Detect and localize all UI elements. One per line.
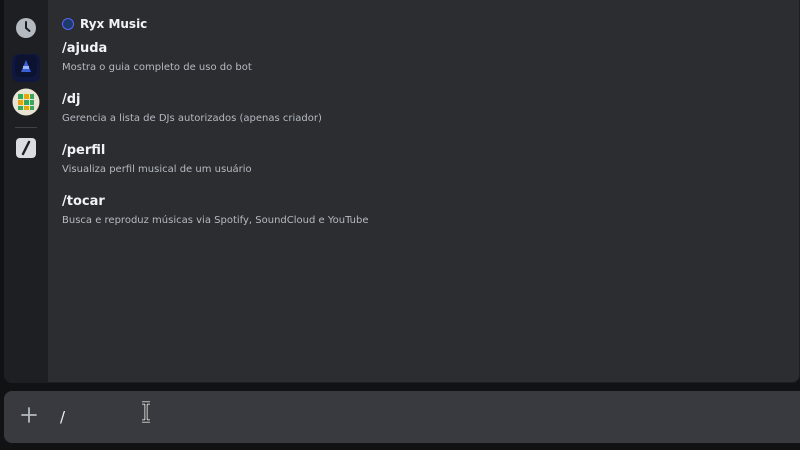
rail-recent-button[interactable] bbox=[12, 16, 40, 44]
command-item-perfil[interactable]: /perfil Visualiza perfil musical de um u… bbox=[62, 142, 787, 193]
command-name: /dj bbox=[62, 92, 81, 107]
bot-avatar-icon bbox=[62, 18, 74, 30]
message-input[interactable] bbox=[60, 404, 760, 430]
app-rail bbox=[5, 0, 48, 382]
rail-app-button[interactable] bbox=[12, 88, 40, 120]
rail-builtin-button[interactable] bbox=[12, 136, 40, 164]
command-description: Busca e reproduz músicas via Spotify, So… bbox=[62, 215, 369, 226]
command-item-tocar[interactable]: /tocar Busca e reproduz músicas via Spot… bbox=[62, 193, 787, 244]
rail-divider bbox=[15, 127, 37, 128]
grid-app-icon bbox=[12, 88, 40, 120]
discord-window: Ryx Music /ajuda Mostra o guia completo … bbox=[0, 0, 800, 450]
command-list: Ryx Music /ajuda Mostra o guia completo … bbox=[62, 14, 787, 244]
bot-avatar-icon bbox=[15, 55, 37, 81]
command-description: Visualiza perfil musical de um usuário bbox=[62, 164, 252, 175]
command-name: /tocar bbox=[62, 194, 105, 209]
slash-command-icon bbox=[16, 138, 36, 162]
text-cursor-icon bbox=[140, 401, 152, 423]
app-section-header: Ryx Music bbox=[62, 14, 787, 34]
command-item-ajuda[interactable]: /ajuda Mostra o guia completo de uso do … bbox=[62, 40, 787, 91]
command-item-dj[interactable]: /dj Gerencia a lista de DJs autorizados … bbox=[62, 91, 787, 142]
clock-icon bbox=[15, 17, 37, 43]
command-name: /ajuda bbox=[62, 41, 108, 56]
plus-icon bbox=[20, 406, 38, 428]
rail-bot-button[interactable] bbox=[12, 54, 40, 82]
command-description: Gerencia a lista de DJs autorizados (ape… bbox=[62, 113, 322, 124]
command-description: Mostra o guia completo de uso do bot bbox=[62, 62, 252, 73]
command-name: /perfil bbox=[62, 143, 106, 158]
slash-command-autocomplete: Ryx Music /ajuda Mostra o guia completo … bbox=[4, 0, 800, 383]
message-composer bbox=[4, 391, 800, 443]
app-name: Ryx Music bbox=[80, 17, 148, 31]
attach-button[interactable] bbox=[18, 406, 40, 428]
